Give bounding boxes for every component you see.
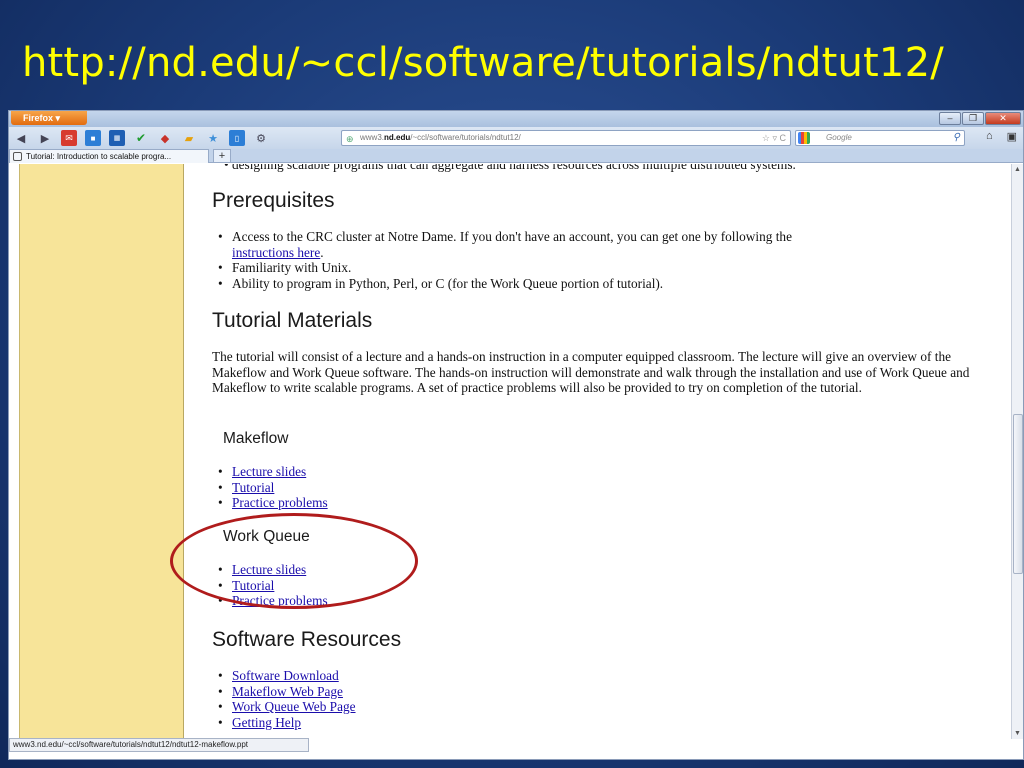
nav-right-icons: ⌂ ▣ <box>986 130 1017 143</box>
browser-window: Firefox ▾ – ❐ ✕ ◀ ▶ ✉ ■ ▦ ✔ ◆ ▰ ★ ▯ ⚙ ⊕ … <box>8 110 1024 760</box>
makeflow-web-page-link[interactable]: Makeflow Web Page <box>232 684 343 699</box>
status-bar: www3.nd.edu/~ccl/software/tutorials/ndtu… <box>9 738 309 752</box>
scroll-up-icon[interactable]: ▲ <box>1014 166 1021 173</box>
list-item: Getting Help <box>212 715 356 731</box>
list-item: Software Download <box>212 668 356 684</box>
url-path: /~ccl/software/tutorials/ndtut12/ <box>410 133 521 142</box>
search-placeholder: Google <box>826 133 852 142</box>
mail-icon[interactable]: ✉ <box>61 130 77 146</box>
window-controls: – ❐ ✕ <box>939 112 1021 125</box>
url-prefix: www3. <box>360 133 385 142</box>
prerequisites-list: Access to the CRC cluster at Notre Dame.… <box>212 229 792 291</box>
navigation-toolbar: ◀ ▶ ✉ ■ ▦ ✔ ◆ ▰ ★ ▯ ⚙ ⊕ www3.nd.edu/~ccl… <box>9 127 1023 149</box>
software-download-link[interactable]: Software Download <box>232 668 339 683</box>
page-content: • designing scalable programs that can a… <box>9 164 1013 739</box>
new-tab-button[interactable]: + <box>213 149 231 163</box>
makeflow-heading: Makeflow <box>223 430 289 447</box>
bookmark-icon[interactable]: ■ <box>85 130 101 146</box>
reload-icon[interactable]: ☆ ▿ C <box>762 131 786 145</box>
slide-title: http://nd.edu/~ccl/software/tutorials/nd… <box>22 40 944 86</box>
check-icon[interactable]: ✔ <box>133 130 149 146</box>
cut-off-text-content: designing scalable programs that can agg… <box>231 164 796 172</box>
highlight-ellipse <box>170 513 418 609</box>
list-item: Practice problems <box>212 495 328 511</box>
favicon-icon <box>13 152 22 161</box>
tab-bar: Tutorial: Introduction to scalable progr… <box>9 149 1023 163</box>
calendar-icon[interactable]: ▦ <box>109 130 125 146</box>
list-item: Tutorial <box>212 480 328 496</box>
bookmarks-menu-icon[interactable]: ▣ <box>1007 130 1017 143</box>
scroll-down-icon[interactable]: ▼ <box>1014 730 1021 737</box>
list-item: instructions here. <box>212 245 792 261</box>
list-item: Access to the CRC cluster at Notre Dame.… <box>212 229 792 245</box>
addon-icon[interactable]: ◆ <box>157 130 173 146</box>
list-item: Lecture slides <box>212 464 328 480</box>
makeflow-tutorial-link[interactable]: Tutorial <box>232 480 274 495</box>
software-resources-links: Software Download Makeflow Web Page Work… <box>212 668 356 730</box>
settings-icon[interactable]: ⚙ <box>253 130 269 146</box>
cut-off-text: • designing scalable programs that can a… <box>224 164 796 173</box>
url-domain: nd.edu <box>384 133 411 142</box>
page-sidebar <box>19 164 184 739</box>
folder-icon[interactable]: ▰ <box>181 130 197 146</box>
list-item: Ability to program in Python, Perl, or C… <box>212 276 792 292</box>
prereq-punct: . <box>320 244 324 260</box>
makeflow-lecture-slides-link[interactable]: Lecture slides <box>232 464 306 479</box>
search-input[interactable]: Google ⚲ <box>795 130 965 146</box>
page-icon[interactable]: ▯ <box>229 130 245 146</box>
tutorial-materials-heading: Tutorial Materials <box>212 309 373 332</box>
home-icon[interactable]: ⌂ <box>986 130 993 143</box>
makeflow-practice-problems-link[interactable]: Practice problems <box>232 495 328 510</box>
forward-icon[interactable]: ▶ <box>37 130 53 146</box>
firefox-menu-label: Firefox <box>23 113 54 123</box>
close-button[interactable]: ✕ <box>985 112 1021 125</box>
materials-paragraph: The tutorial will consist of a lecture a… <box>212 349 970 396</box>
globe-icon: ⊕ <box>346 134 354 144</box>
prerequisites-heading: Prerequisites <box>212 189 335 212</box>
tab-title: Tutorial: Introduction to scalable progr… <box>26 152 172 161</box>
firefox-menu-button[interactable]: Firefox ▾ <box>11 111 87 125</box>
search-icon[interactable]: ⚲ <box>953 131 960 145</box>
list-item: Familiarity with Unix. <box>212 260 792 276</box>
minimize-button[interactable]: – <box>939 112 961 125</box>
tab-tutorial[interactable]: Tutorial: Introduction to scalable progr… <box>9 149 209 163</box>
software-resources-heading: Software Resources <box>212 628 402 651</box>
url-bar[interactable]: ⊕ www3.nd.edu/~ccl/software/tutorials/nd… <box>341 130 791 146</box>
list-item: Work Queue Web Page <box>212 699 356 715</box>
work-queue-web-page-link[interactable]: Work Queue Web Page <box>232 699 356 714</box>
vertical-scrollbar[interactable]: ▲ ▼ <box>1011 164 1023 739</box>
scroll-thumb[interactable] <box>1013 414 1023 574</box>
google-icon <box>798 132 810 144</box>
prereq-text: Ability to program in Python, Perl, or C… <box>232 275 664 291</box>
getting-help-link[interactable]: Getting Help <box>232 715 301 730</box>
star-icon[interactable]: ★ <box>205 130 221 146</box>
instructions-here-link[interactable]: instructions here <box>232 245 320 260</box>
list-item: Makeflow Web Page <box>212 684 356 700</box>
maximize-button[interactable]: ❐ <box>962 112 984 125</box>
back-icon[interactable]: ◀ <box>13 130 29 146</box>
makeflow-links: Lecture slides Tutorial Practice problem… <box>212 464 328 511</box>
prereq-text: Access to the CRC cluster at Notre Dame.… <box>232 229 792 244</box>
title-bar: Firefox ▾ – ❐ ✕ <box>9 111 1023 127</box>
prereq-text: Familiarity with Unix. <box>232 260 352 275</box>
